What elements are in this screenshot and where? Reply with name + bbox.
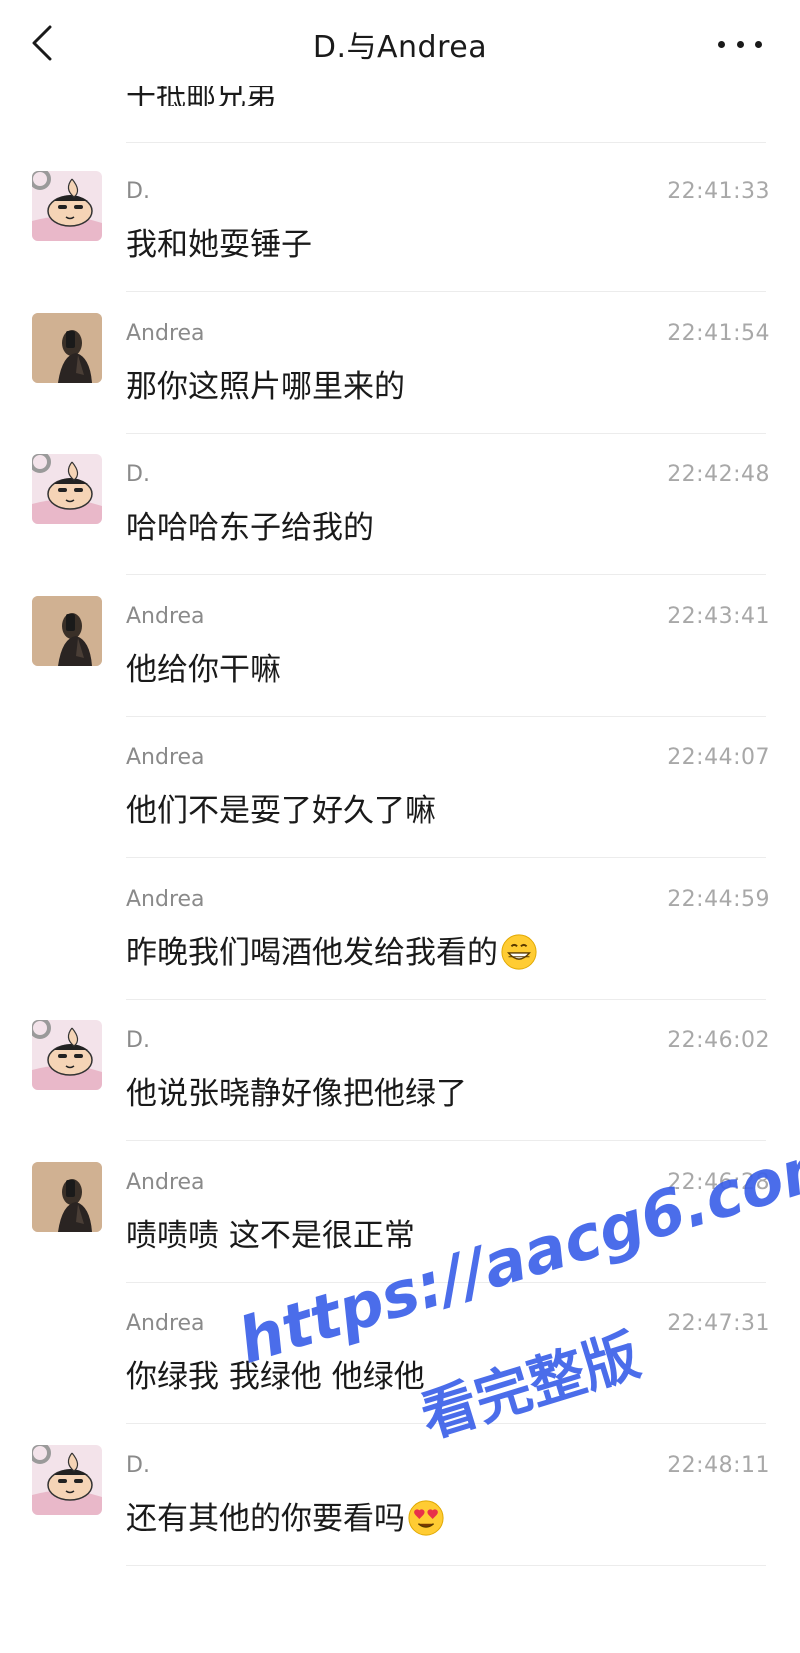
more-dot [736,40,744,48]
sender-name: Andrea [126,320,205,346]
message-timestamp: 22:41:54 [667,320,770,346]
avatar[interactable] [32,1161,102,1232]
message-timestamp: 22:43:41 [667,603,770,629]
message-timestamp: 22:42:48 [667,462,770,487]
message-text-content: 我和她耍锤子 [126,227,312,263]
message-timestamp: 22:44:07 [667,745,770,770]
message-row[interactable]: D. 22:48:11 还有其他的你要看吗 [0,1417,800,1566]
message-text-content: 啧啧啧 这不是很正常 [126,1217,415,1254]
message-row[interactable]: D. 22:46:02 他说张晓静好像把他绿了 [0,992,800,1141]
message-text-content: 哈哈哈东子给我的 [126,510,374,546]
message-text-content: 昨晚我们喝酒他发给我看的 [126,934,498,971]
message-text-content: 他说张晓静好像把他绿了 [126,1076,467,1112]
more-options-button[interactable] [718,26,762,62]
message-row[interactable]: Andrea 22:43:41 他给你干嘛 [0,568,800,717]
message-timestamp: 22:48:11 [667,1452,770,1478]
message-row[interactable]: Andrea 22:41:54 那你这照片哪里来的 [0,285,800,434]
message-row[interactable]: D. 22:41:33 我和她耍锤子 [0,143,800,292]
sender-name: D. [126,462,150,487]
more-dot [755,40,762,48]
sender-name: Andrea [126,603,205,629]
message-text: 他给你干嘛 [126,644,281,689]
message-row[interactable]: Andrea 22:44:59 昨晚我们喝酒他发给我看的 [0,851,800,1000]
sender-name: Andrea [126,1311,205,1336]
message-timestamp: 22:47:31 [667,1311,770,1336]
sender-name: D. [126,1452,150,1478]
message-text: 那你这照片哪里来的 [126,361,405,406]
message-row[interactable]: D. 22:42:48 哈哈哈东子给我的 [0,426,800,575]
message-text: 还有其他的你要看吗 [126,1493,445,1538]
sender-name: Andrea [126,1169,205,1195]
message-text: 我和她耍锤子 [126,219,312,264]
avatar[interactable] [32,595,102,666]
message-row[interactable]: Andrea 22:46:28 啧啧啧 这不是很正常 [0,1134,800,1283]
divider [126,1564,766,1566]
message-timestamp: 22:44:59 [667,886,770,912]
avatar[interactable] [32,312,102,383]
message-text-content: 他们不是耍了好久了嘛 [126,793,436,829]
message-text-content: 他给你干嘛 [126,651,281,688]
message-text: 他们不是耍了好久了嘛 [126,785,436,830]
message-timestamp: 22:46:28 [667,1169,770,1195]
message-text-content: 你绿我 我绿他 他绿他 [126,1359,425,1395]
message-timestamp: 22:46:02 [667,1028,770,1053]
message-row[interactable]: Andrea 22:47:31 你绿我 我绿他 他绿他 [0,1275,800,1424]
avatar[interactable] [32,1020,102,1090]
sender-name: D. [126,1028,150,1053]
chat-title: D.与Andrea [312,30,488,65]
avatar[interactable] [32,171,102,241]
message-text: 昨晚我们喝酒他发给我看的 [126,927,538,972]
message-text: 啧啧啧 这不是很正常 [126,1210,415,1255]
message-text: 他说张晓静好像把他绿了 [126,1068,467,1113]
message-timestamp: 22:41:33 [667,179,770,204]
message-text-content: 那你这照片哪里来的 [126,368,405,405]
grinning-face-emoji [501,933,537,970]
message-row[interactable]: Andrea 22:44:07 他们不是耍了好久了嘛 [0,709,800,858]
sender-name: Andrea [126,886,205,912]
avatar[interactable] [32,454,102,524]
avatar[interactable] [32,1444,102,1515]
chat-header: D.与Andrea [0,0,800,86]
heart-eyes-emoji [408,1499,444,1536]
message-text: 哈哈哈东子给我的 [126,502,374,547]
more-dot [718,40,725,48]
message-text-content: 还有其他的你要看吗 [126,1500,405,1537]
message-text: 你绿我 我绿他 他绿他 [126,1351,425,1396]
sender-name: Andrea [126,745,205,770]
sender-name: D. [126,179,150,204]
